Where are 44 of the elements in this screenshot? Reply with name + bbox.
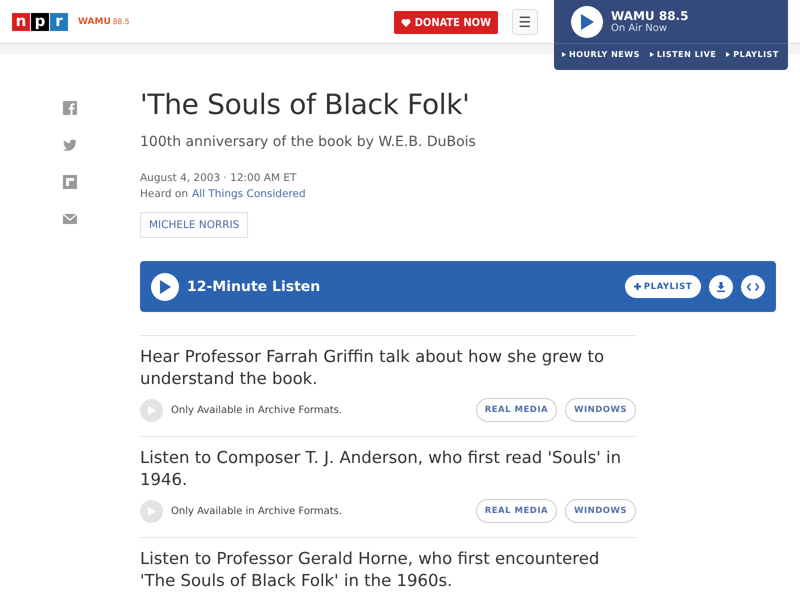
play-icon (580, 14, 594, 30)
play-icon (148, 506, 156, 516)
embed-button[interactable] (741, 274, 765, 298)
heart-icon (400, 18, 411, 26)
on-air-label: On Air Now (611, 23, 668, 34)
availability-note: Only Available in Archive Formats. (171, 404, 344, 416)
format-button[interactable]: REAL MEDIA (476, 398, 558, 422)
code-icon (747, 282, 759, 290)
story-date: August 4, 2003 · 12:00 AM ET (140, 172, 298, 184)
download-button[interactable] (709, 274, 733, 298)
plus-icon (634, 283, 641, 290)
author-tag[interactable]: MICHELE NORRIS (140, 212, 248, 238)
player-link[interactable]: HOURLY NEWS (562, 50, 640, 59)
listen-label: 12-Minute Listen (187, 278, 322, 294)
play-icon (159, 280, 171, 294)
twitter-icon (63, 138, 77, 152)
player-link[interactable]: PLAYLIST (726, 50, 779, 59)
program-link[interactable]: All Things Considered (192, 188, 306, 200)
format-button[interactable]: WINDOWS (565, 499, 636, 523)
segment-title: Hear Professor Farrah Griffin talk about how she grew to understand the book. (140, 346, 606, 390)
segment-title: Listen to Composer T. J. Anderson, who first read 'Souls' in 1946. (140, 447, 622, 491)
station-name: WAMU 88.5 (611, 9, 688, 23)
story-title: 'The Souls of Black Folk' (140, 88, 471, 122)
availability-note: Only Available in Archive Formats. (171, 506, 344, 516)
playlist-button[interactable]: PLAYLIST (624, 275, 701, 298)
triangle-icon (726, 52, 730, 57)
segment-title: Listen to Professor Gerald Horne, who first encountered 'The Souls of Black Folk' in the 1960s. (140, 548, 600, 592)
flipboard-icon (63, 175, 77, 189)
story-subtitle: 100th anniversary of the book by W.E.B. DuBois (140, 134, 477, 150)
triangle-icon (650, 52, 654, 57)
play-button[interactable] (151, 272, 179, 300)
triangle-icon (562, 52, 566, 57)
play-button[interactable] (571, 6, 603, 38)
npr-logo[interactable]: n p r (12, 13, 68, 31)
menu-button[interactable]: ☰ (512, 9, 538, 35)
play-icon (148, 406, 156, 414)
email-icon (63, 212, 77, 226)
donate-button[interactable]: DONATE NOW (394, 10, 498, 34)
player-link[interactable]: LISTEN LIVE (650, 50, 716, 59)
format-button[interactable]: WINDOWS (565, 398, 636, 422)
heard-on-label: Heard on (140, 188, 188, 200)
format-button[interactable]: REAL MEDIA (476, 499, 558, 523)
facebook-icon (63, 101, 77, 115)
download-icon (716, 282, 726, 292)
